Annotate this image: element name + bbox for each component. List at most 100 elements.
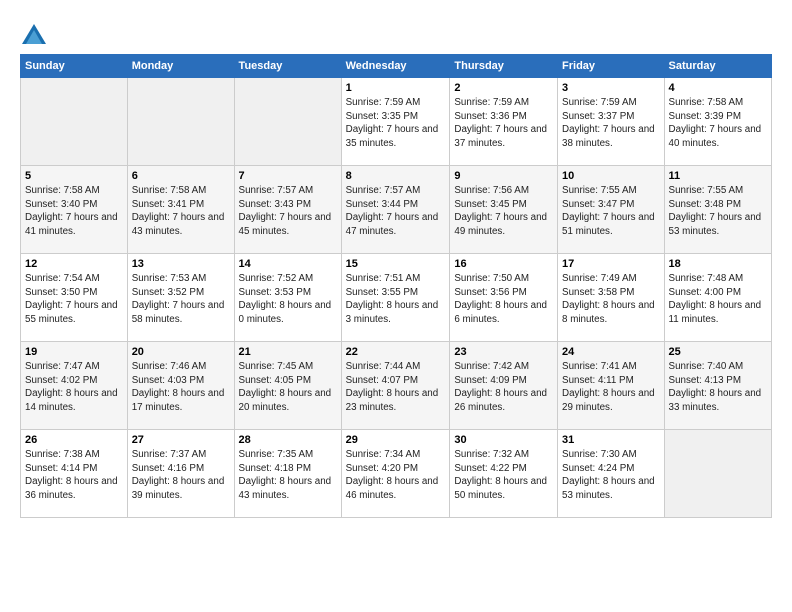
calendar-cell: 15 Sunrise: 7:51 AM Sunset: 3:55 PM Dayli… [341,254,450,342]
calendar-cell: 20 Sunrise: 7:46 AM Sunset: 4:03 PM Dayli… [127,342,234,430]
calendar-cell: 25 Sunrise: 7:40 AM Sunset: 4:13 PM Dayli… [664,342,771,430]
day-info: Sunrise: 7:46 AM Sunset: 4:03 PM Dayligh… [132,360,230,414]
day-number: 20 [132,346,230,358]
day-info: Sunrise: 7:38 AM Sunset: 4:14 PM Dayligh… [25,448,123,502]
calendar-cell: 11Sunrise: 7:55 AM Sunset: 3:48 PM Dayli… [664,166,771,254]
day-number: 12 [25,258,123,270]
day-number: 2 [454,82,553,94]
week-row-4: 19Sunrise: 7:47 AM Sunset: 4:02 PM Dayli… [21,342,772,430]
day-info: Sunrise: 7:53 AM Sunset: 3:52 PM Dayligh… [132,272,230,326]
page: SundayMondayTuesdayWednesdayThursdayFrid… [0,0,792,528]
day-info: Sunrise: 7:59 AM Sunset: 3:35 PM Dayligh… [346,96,446,150]
day-info: Sunrise: 7:51 AM Sunset: 3:55 PM Dayligh… [346,272,446,326]
week-row-1: 1 Sunrise: 7:59 AM Sunset: 3:35 PM Daylig… [21,78,772,166]
calendar: SundayMondayTuesdayWednesdayThursdayFrid… [20,54,772,518]
day-number: 8 [346,170,446,182]
calendar-cell: 27 Sunrise: 7:37 AM Sunset: 4:16 PM Dayli… [127,430,234,518]
calendar-cell: 8 Sunrise: 7:57 AM Sunset: 3:44 PM Daylig… [341,166,450,254]
calendar-cell: 3 Sunrise: 7:59 AM Sunset: 3:37 PM Daylig… [558,78,665,166]
day-info: Sunrise: 7:44 AM Sunset: 4:07 PM Dayligh… [346,360,446,414]
day-number: 25 [669,346,767,358]
week-row-5: 26 Sunrise: 7:38 AM Sunset: 4:14 PM Dayli… [21,430,772,518]
day-info: Sunrise: 7:34 AM Sunset: 4:20 PM Dayligh… [346,448,446,502]
day-info: Sunrise: 7:30 AM Sunset: 4:24 PM Dayligh… [562,448,660,502]
day-info: Sunrise: 7:41 AM Sunset: 4:11 PM Dayligh… [562,360,660,414]
day-number: 21 [239,346,337,358]
calendar-cell [664,430,771,518]
calendar-cell: 18 Sunrise: 7:48 AM Sunset: 4:00 PM Dayli… [664,254,771,342]
calendar-cell [127,78,234,166]
day-info: Sunrise: 7:40 AM Sunset: 4:13 PM Dayligh… [669,360,767,414]
day-number: 23 [454,346,553,358]
day-info: Sunrise: 7:50 AM Sunset: 3:56 PM Dayligh… [454,272,553,326]
day-number: 3 [562,82,660,94]
calendar-cell: 14 Sunrise: 7:52 AM Sunset: 3:53 PM Dayli… [234,254,341,342]
day-info: Sunrise: 7:37 AM Sunset: 4:16 PM Dayligh… [132,448,230,502]
calendar-cell: 5Sunrise: 7:58 AM Sunset: 3:40 PM Daylig… [21,166,128,254]
day-info: Sunrise: 7:55 AM Sunset: 3:48 PM Dayligh… [669,184,767,238]
day-number: 24 [562,346,660,358]
day-number: 17 [562,258,660,270]
day-number: 10 [562,170,660,182]
calendar-cell [234,78,341,166]
day-number: 9 [454,170,553,182]
calendar-cell: 17 Sunrise: 7:49 AM Sunset: 3:58 PM Dayli… [558,254,665,342]
calendar-cell: 28Sunrise: 7:35 AM Sunset: 4:18 PM Dayli… [234,430,341,518]
calendar-body: 1 Sunrise: 7:59 AM Sunset: 3:35 PM Daylig… [21,78,772,518]
day-info: Sunrise: 7:58 AM Sunset: 3:40 PM Dayligh… [25,184,123,238]
day-number: 16 [454,258,553,270]
day-info: Sunrise: 7:58 AM Sunset: 3:39 PM Dayligh… [669,96,767,150]
calendar-cell: 10 Sunrise: 7:55 AM Sunset: 3:47 PM Dayli… [558,166,665,254]
logo-icon [20,22,48,50]
header-day-tuesday: Tuesday [234,55,341,78]
calendar-cell: 22Sunrise: 7:44 AM Sunset: 4:07 PM Dayli… [341,342,450,430]
day-number: 4 [669,82,767,94]
day-number: 19 [25,346,123,358]
day-info: Sunrise: 7:55 AM Sunset: 3:47 PM Dayligh… [562,184,660,238]
day-number: 15 [346,258,446,270]
day-info: Sunrise: 7:57 AM Sunset: 3:43 PM Dayligh… [239,184,337,238]
header-day-saturday: Saturday [664,55,771,78]
calendar-cell: 26 Sunrise: 7:38 AM Sunset: 4:14 PM Dayli… [21,430,128,518]
day-info: Sunrise: 7:58 AM Sunset: 3:41 PM Dayligh… [132,184,230,238]
day-info: Sunrise: 7:57 AM Sunset: 3:44 PM Dayligh… [346,184,446,238]
calendar-cell: 6 Sunrise: 7:58 AM Sunset: 3:41 PM Daylig… [127,166,234,254]
calendar-cell: 31 Sunrise: 7:30 AM Sunset: 4:24 PM Dayli… [558,430,665,518]
calendar-cell: 24 Sunrise: 7:41 AM Sunset: 4:11 PM Dayli… [558,342,665,430]
day-number: 31 [562,434,660,446]
day-info: Sunrise: 7:49 AM Sunset: 3:58 PM Dayligh… [562,272,660,326]
calendar-cell: 9 Sunrise: 7:56 AM Sunset: 3:45 PM Daylig… [450,166,558,254]
calendar-cell: 7 Sunrise: 7:57 AM Sunset: 3:43 PM Daylig… [234,166,341,254]
day-info: Sunrise: 7:59 AM Sunset: 3:37 PM Dayligh… [562,96,660,150]
day-number: 29 [346,434,446,446]
header-day-sunday: Sunday [21,55,128,78]
day-info: Sunrise: 7:59 AM Sunset: 3:36 PM Dayligh… [454,96,553,150]
calendar-cell [21,78,128,166]
calendar-cell: 13Sunrise: 7:53 AM Sunset: 3:52 PM Dayli… [127,254,234,342]
day-number: 28 [239,434,337,446]
calendar-cell: 30 Sunrise: 7:32 AM Sunset: 4:22 PM Dayli… [450,430,558,518]
calendar-cell: 2 Sunrise: 7:59 AM Sunset: 3:36 PM Daylig… [450,78,558,166]
day-number: 30 [454,434,553,446]
day-number: 18 [669,258,767,270]
day-number: 1 [346,82,446,94]
day-number: 14 [239,258,337,270]
day-number: 6 [132,170,230,182]
day-info: Sunrise: 7:56 AM Sunset: 3:45 PM Dayligh… [454,184,553,238]
day-number: 26 [25,434,123,446]
day-info: Sunrise: 7:32 AM Sunset: 4:22 PM Dayligh… [454,448,553,502]
header-row: SundayMondayTuesdayWednesdayThursdayFrid… [21,55,772,78]
day-info: Sunrise: 7:52 AM Sunset: 3:53 PM Dayligh… [239,272,337,326]
day-info: Sunrise: 7:54 AM Sunset: 3:50 PM Dayligh… [25,272,123,326]
day-number: 27 [132,434,230,446]
calendar-cell: 21Sunrise: 7:45 AM Sunset: 4:05 PM Dayli… [234,342,341,430]
header-day-friday: Friday [558,55,665,78]
day-info: Sunrise: 7:48 AM Sunset: 4:00 PM Dayligh… [669,272,767,326]
calendar-cell: 29 Sunrise: 7:34 AM Sunset: 4:20 PM Dayli… [341,430,450,518]
calendar-cell: 12 Sunrise: 7:54 AM Sunset: 3:50 PM Dayli… [21,254,128,342]
calendar-header: SundayMondayTuesdayWednesdayThursdayFrid… [21,55,772,78]
header-day-thursday: Thursday [450,55,558,78]
week-row-2: 5Sunrise: 7:58 AM Sunset: 3:40 PM Daylig… [21,166,772,254]
day-info: Sunrise: 7:42 AM Sunset: 4:09 PM Dayligh… [454,360,553,414]
day-number: 7 [239,170,337,182]
